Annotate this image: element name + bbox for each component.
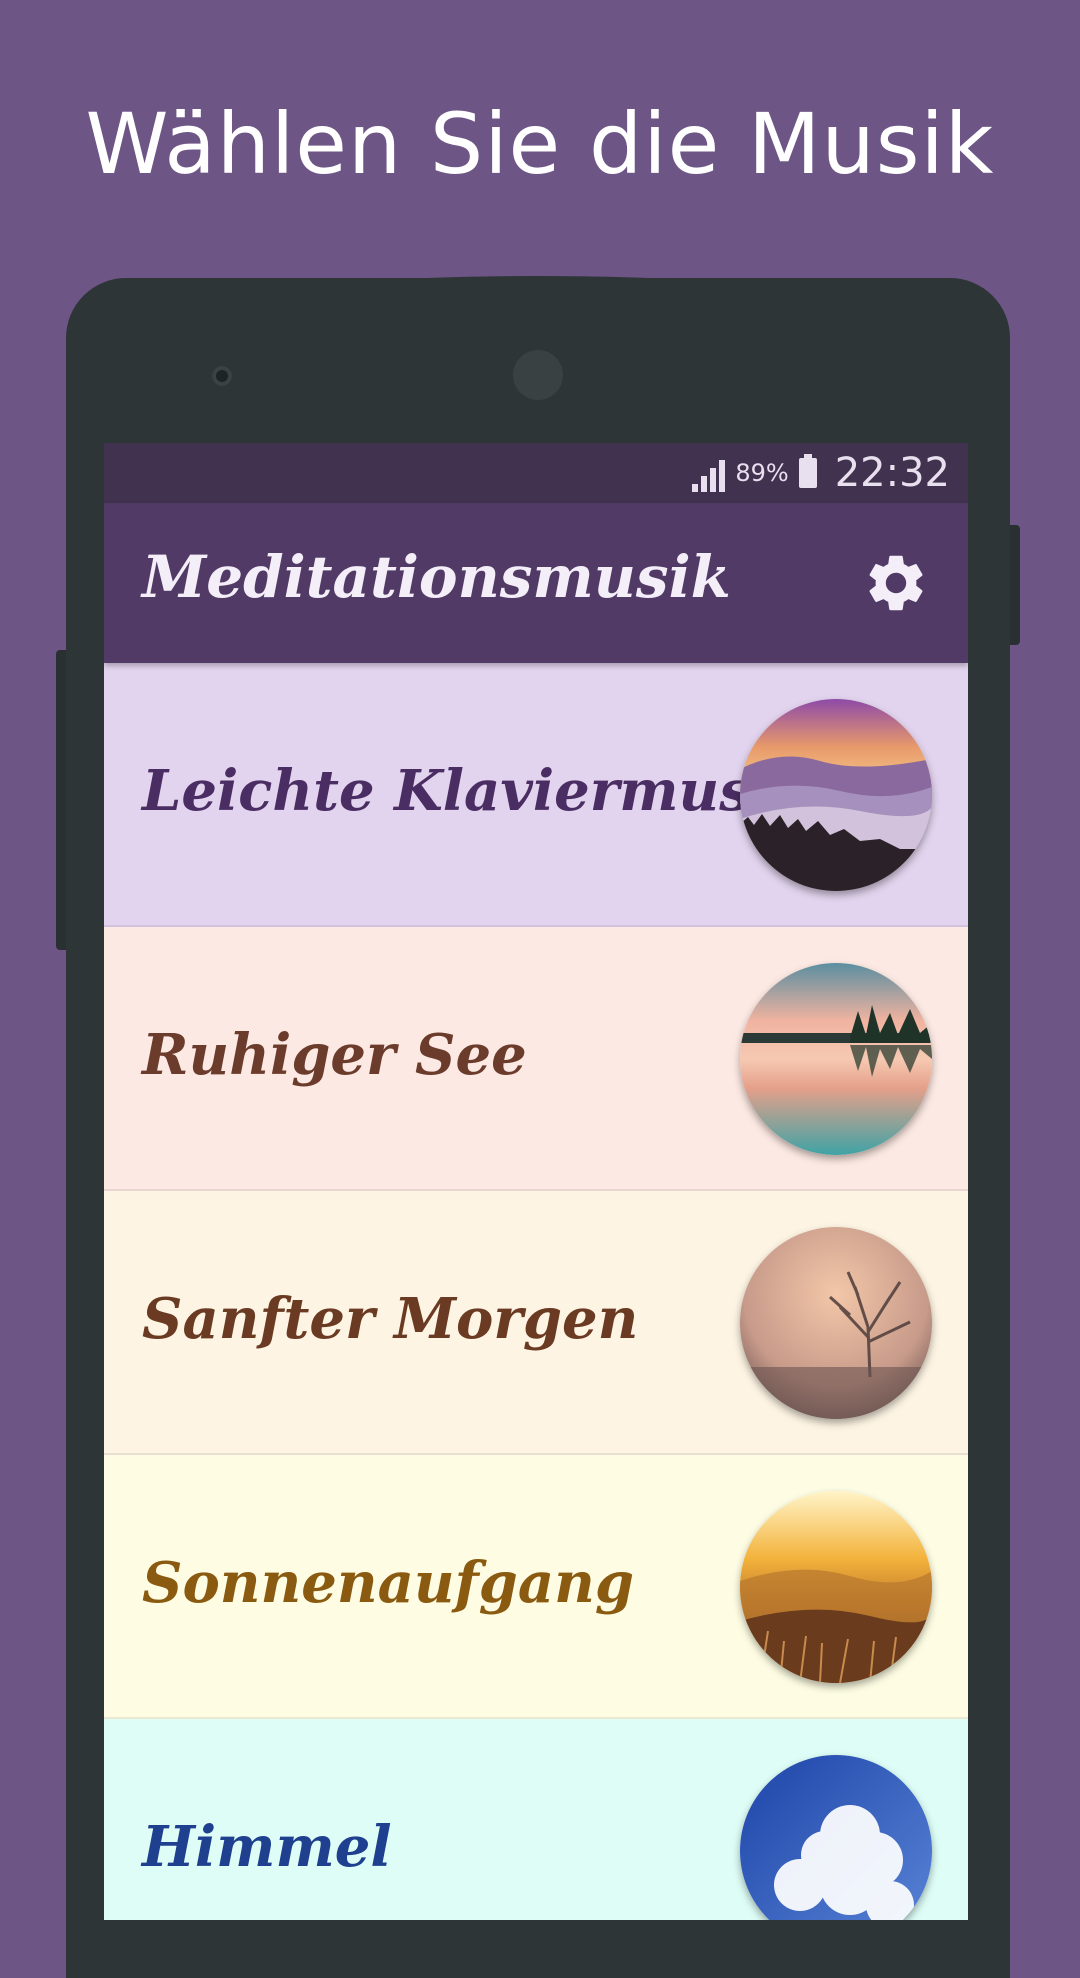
misty-tree-image	[740, 1227, 932, 1419]
track-label: Leichte Klaviermusik	[142, 758, 811, 824]
battery-icon	[798, 454, 817, 488]
calm-lake-image	[740, 963, 932, 1155]
status-bar: 89% 22:32	[104, 443, 968, 503]
track-item-leichte-klaviermusik[interactable]: Leichte Klaviermusik	[104, 663, 968, 927]
track-label: Himmel	[142, 1814, 392, 1880]
phone-side-button-right	[1010, 525, 1020, 645]
gear-icon	[869, 555, 923, 611]
track-item-himmel[interactable]: Himmel	[104, 1719, 968, 1920]
app-title: Meditationsmusik	[142, 543, 731, 611]
battery-percent: 89%	[735, 459, 789, 487]
track-item-sonnenaufgang[interactable]: Sonnenaufgang	[104, 1455, 968, 1719]
blue-sky-clouds-image	[740, 1755, 932, 1920]
promo-title: Wählen Sie die Musik	[85, 95, 995, 193]
app-bar: Meditationsmusik	[104, 503, 968, 663]
phone-side-button-left	[56, 650, 66, 950]
mountain-sunset-image	[740, 699, 932, 891]
app-screen: 89% 22:32 Meditationsmusik Leichte Klavi…	[104, 443, 968, 1920]
front-camera	[212, 366, 232, 386]
sunrise-field-image	[740, 1491, 932, 1683]
track-item-ruhiger-see[interactable]: Ruhiger See	[104, 927, 968, 1191]
track-item-sanfter-morgen[interactable]: Sanfter Morgen	[104, 1191, 968, 1455]
track-label: Ruhiger See	[142, 1022, 527, 1088]
track-label: Sonnenaufgang	[142, 1550, 634, 1616]
track-list: Leichte Klaviermusik Ruhiger See Sanfter…	[104, 663, 968, 1920]
signal-icon	[692, 454, 726, 492]
clock: 22:32	[834, 450, 950, 496]
settings-button[interactable]	[860, 547, 932, 619]
track-label: Sanfter Morgen	[142, 1286, 639, 1352]
phone-sensor	[513, 350, 563, 400]
